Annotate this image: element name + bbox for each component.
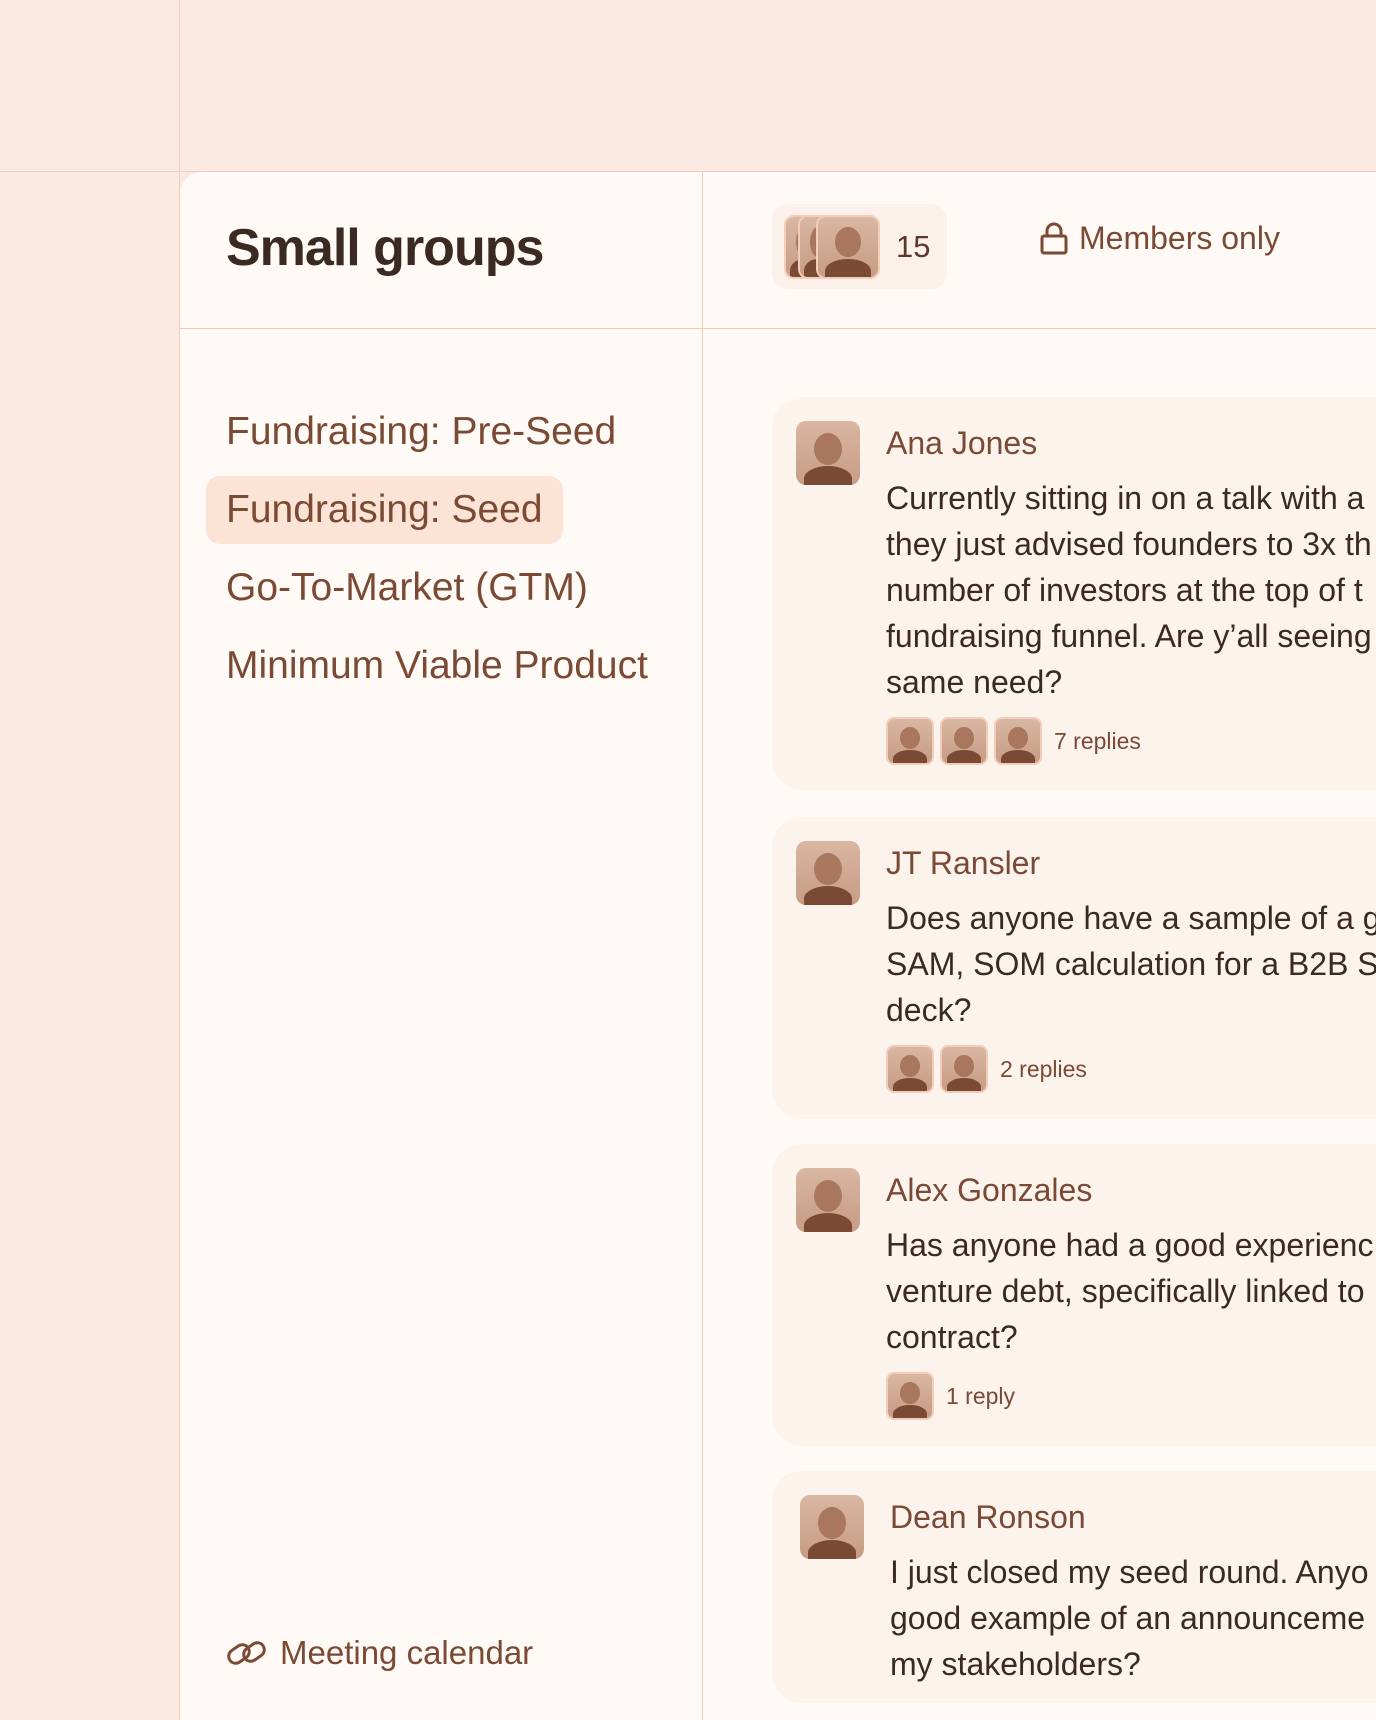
- avatar: [886, 1372, 934, 1420]
- replies-link[interactable]: 7 replies: [886, 717, 1141, 765]
- post-body: Currently sitting in on a talk with a th…: [886, 475, 1372, 705]
- meeting-calendar-link[interactable]: Meeting calendar: [226, 1634, 533, 1672]
- group-item-mvp[interactable]: Minimum Viable Product: [206, 632, 668, 700]
- members-pill[interactable]: 15: [772, 204, 947, 289]
- avatar: [816, 214, 880, 279]
- column-divider: [702, 172, 703, 1720]
- link-icon: [227, 1641, 266, 1665]
- replies-link[interactable]: 2 replies: [886, 1045, 1087, 1093]
- post-card[interactable]: Alex Gonzales Has anyone had a good expe…: [772, 1144, 1376, 1446]
- post-line: my stakeholders?: [890, 1646, 1141, 1682]
- post-author[interactable]: Ana Jones: [886, 425, 1037, 462]
- post-line: SAM, SOM calculation for a B2B S: [886, 946, 1376, 982]
- post-card[interactable]: JT Ransler Does anyone have a sample of …: [772, 817, 1376, 1119]
- group-item-pre-seed[interactable]: Fundraising: Pre-Seed: [206, 398, 636, 466]
- avatar: [940, 717, 988, 765]
- post-line: same need?: [886, 664, 1063, 700]
- post-author[interactable]: Alex Gonzales: [886, 1172, 1092, 1209]
- post-line: Currently sitting in on a talk with a: [886, 480, 1365, 516]
- member-avatars: [784, 214, 884, 279]
- post-line: I just closed my seed round. Anyo: [890, 1554, 1369, 1590]
- reply-count: 7 replies: [1054, 727, 1141, 754]
- reply-count: 1 reply: [946, 1382, 1016, 1409]
- post-body: I just closed my seed round. Anyo good e…: [890, 1549, 1368, 1687]
- avatar: [994, 717, 1042, 765]
- post-line: fundraising funnel. Are y’all seeing: [886, 618, 1372, 654]
- avatar: [886, 1045, 934, 1093]
- post-body: Has anyone had a good experienc venture …: [886, 1222, 1373, 1360]
- page-title: Small groups: [226, 219, 544, 277]
- header-divider: [180, 328, 1376, 329]
- avatar: [796, 421, 860, 485]
- visibility-label: Members only: [1039, 220, 1280, 257]
- group-item-seed[interactable]: Fundraising: Seed: [206, 476, 563, 544]
- avatar: [796, 841, 860, 905]
- replies-link[interactable]: 1 reply: [886, 1372, 1015, 1420]
- meeting-calendar-label: Meeting calendar: [280, 1634, 534, 1671]
- member-count: 15: [896, 228, 931, 264]
- lock-icon: [1040, 222, 1068, 254]
- group-list: Fundraising: Pre-Seed Fundraising: Seed …: [206, 398, 668, 710]
- avatar: [800, 1495, 864, 1559]
- avatar: [940, 1045, 988, 1093]
- post-line: venture debt, specifically linked to: [886, 1273, 1365, 1309]
- post-line: Does anyone have a sample of a g: [886, 900, 1376, 936]
- avatar: [886, 717, 934, 765]
- visibility-text: Members only: [1079, 220, 1280, 256]
- group-item-gtm[interactable]: Go-To-Market (GTM): [206, 554, 608, 622]
- post-line: good example of an announceme: [890, 1600, 1366, 1636]
- post-line: Has anyone had a good experienc: [886, 1227, 1374, 1263]
- post-line: deck?: [886, 992, 972, 1028]
- post-author[interactable]: Dean Ronson: [890, 1499, 1086, 1536]
- post-author[interactable]: JT Ransler: [886, 845, 1040, 882]
- post-body: Does anyone have a sample of a g SAM, SO…: [886, 895, 1376, 1033]
- post-line: they just advised founders to 3x th: [886, 526, 1372, 562]
- post-card[interactable]: Dean Ronson I just closed my seed round.…: [772, 1471, 1376, 1703]
- reply-count: 2 replies: [1000, 1055, 1087, 1082]
- post-line: number of investors at the top of t: [886, 572, 1363, 608]
- avatar: [796, 1168, 860, 1232]
- post-card[interactable]: Ana Jones Currently sitting in on a talk…: [772, 397, 1376, 790]
- post-line: contract?: [886, 1319, 1018, 1355]
